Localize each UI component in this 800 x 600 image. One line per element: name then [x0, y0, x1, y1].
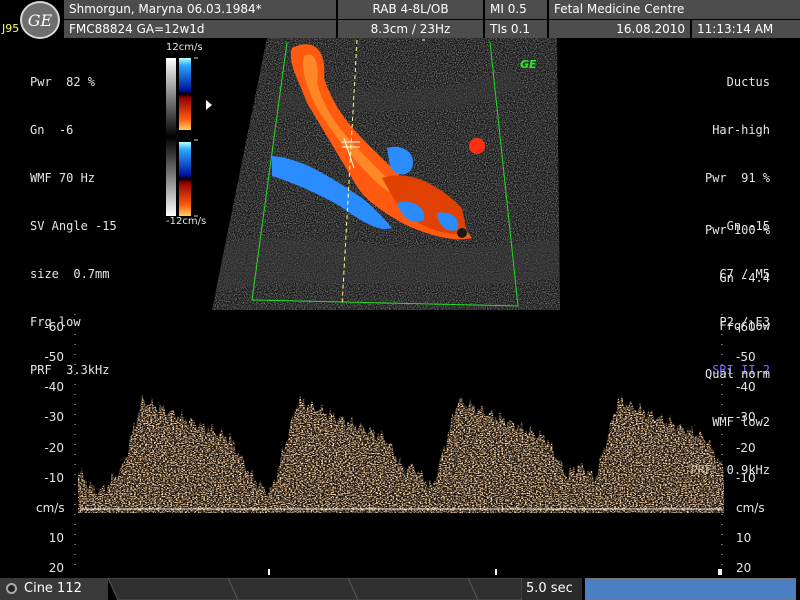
doppler-axis-tick-left: cm/s [36, 501, 65, 515]
doppler-axis-tick-left: -60 [44, 319, 64, 334]
color-scale-top-label: 12cm/s [166, 42, 203, 53]
doppler-axis-tick-right: -50 [736, 350, 756, 364]
mechanical-index: MI 0.5 [485, 0, 547, 19]
color-scale-bar [166, 57, 212, 217]
station-tag: J95 [2, 22, 20, 35]
ge-logo: GE [20, 1, 60, 39]
depth-framerate: 8.3cm / 23Hz [338, 20, 483, 38]
cine-progress-bar[interactable] [585, 578, 796, 600]
spectral-doppler-trace [74, 314, 724, 575]
probe-preset: RAB 4-8L/OB [338, 0, 483, 19]
doppler-axis-tick-right: -60 [736, 319, 756, 334]
doppler-axis-tick-left: -20 [44, 440, 64, 455]
doppler-axis-tick-right: -40 [736, 380, 756, 395]
doppler-axis-tick-right: -10 [736, 470, 756, 485]
param-harmonics: Har-high [712, 123, 770, 137]
param-bmode-power: Pwr 91 % [704, 171, 770, 185]
doppler-axis-tick-left: -40 [44, 380, 64, 395]
exam-time: 11:13:14 AM [692, 20, 800, 38]
sweep-speed: 5.0 sec [522, 578, 582, 600]
color-doppler-image [212, 38, 560, 310]
institution: Fetal Medicine Centre [549, 0, 800, 19]
param-cfm-power: Pwr 100 % [704, 223, 770, 237]
doppler-axis-tick-right: -20 [736, 440, 756, 455]
cine-record-icon [6, 583, 17, 594]
patient-id: FMC88824 GA=12w1d [64, 20, 336, 38]
doppler-axis-tick-left: -30 [44, 410, 64, 425]
color-scale-bottom-label: -12cm/s [166, 216, 207, 227]
param-power: Pwr 82 % [30, 75, 96, 89]
cine-indicator[interactable]: Cine 112 [0, 578, 108, 600]
softkey-tabs [108, 578, 522, 600]
param-wall-filter: WMF 70 Hz [30, 171, 96, 185]
ge-image-mark: GE [520, 58, 537, 71]
patient-name: Shmorgun, Maryna 06.03.1984* [64, 0, 336, 19]
exam-date: 16.08.2010 [549, 20, 690, 38]
preset-name: Ductus [726, 75, 770, 89]
doppler-axis-tick-right: 20 [736, 561, 752, 576]
doppler-axis-tick-left: 20 [48, 561, 64, 576]
thermal-index: TIs 0.1 [485, 20, 547, 38]
doppler-axis-tick-right: -30 [736, 410, 756, 425]
cine-frame-label: Cine 112 [24, 581, 82, 596]
doppler-axis-tick-right: 10 [736, 531, 752, 546]
doppler-axis-tick-left: 10 [48, 531, 64, 546]
doppler-axis-tick-right: cm/s [736, 501, 765, 515]
param-gain: Gn -6 [30, 123, 74, 137]
doppler-axis-tick-left: -50 [44, 350, 64, 364]
param-sv-angle: SV Angle -15 [30, 219, 117, 233]
cine-progress-fill [586, 579, 795, 599]
doppler-axis-tick-left: -10 [44, 470, 64, 485]
param-cfm-gain: Gn -4.4 [719, 271, 770, 285]
param-sv-size: size 0.7mm [30, 267, 110, 281]
